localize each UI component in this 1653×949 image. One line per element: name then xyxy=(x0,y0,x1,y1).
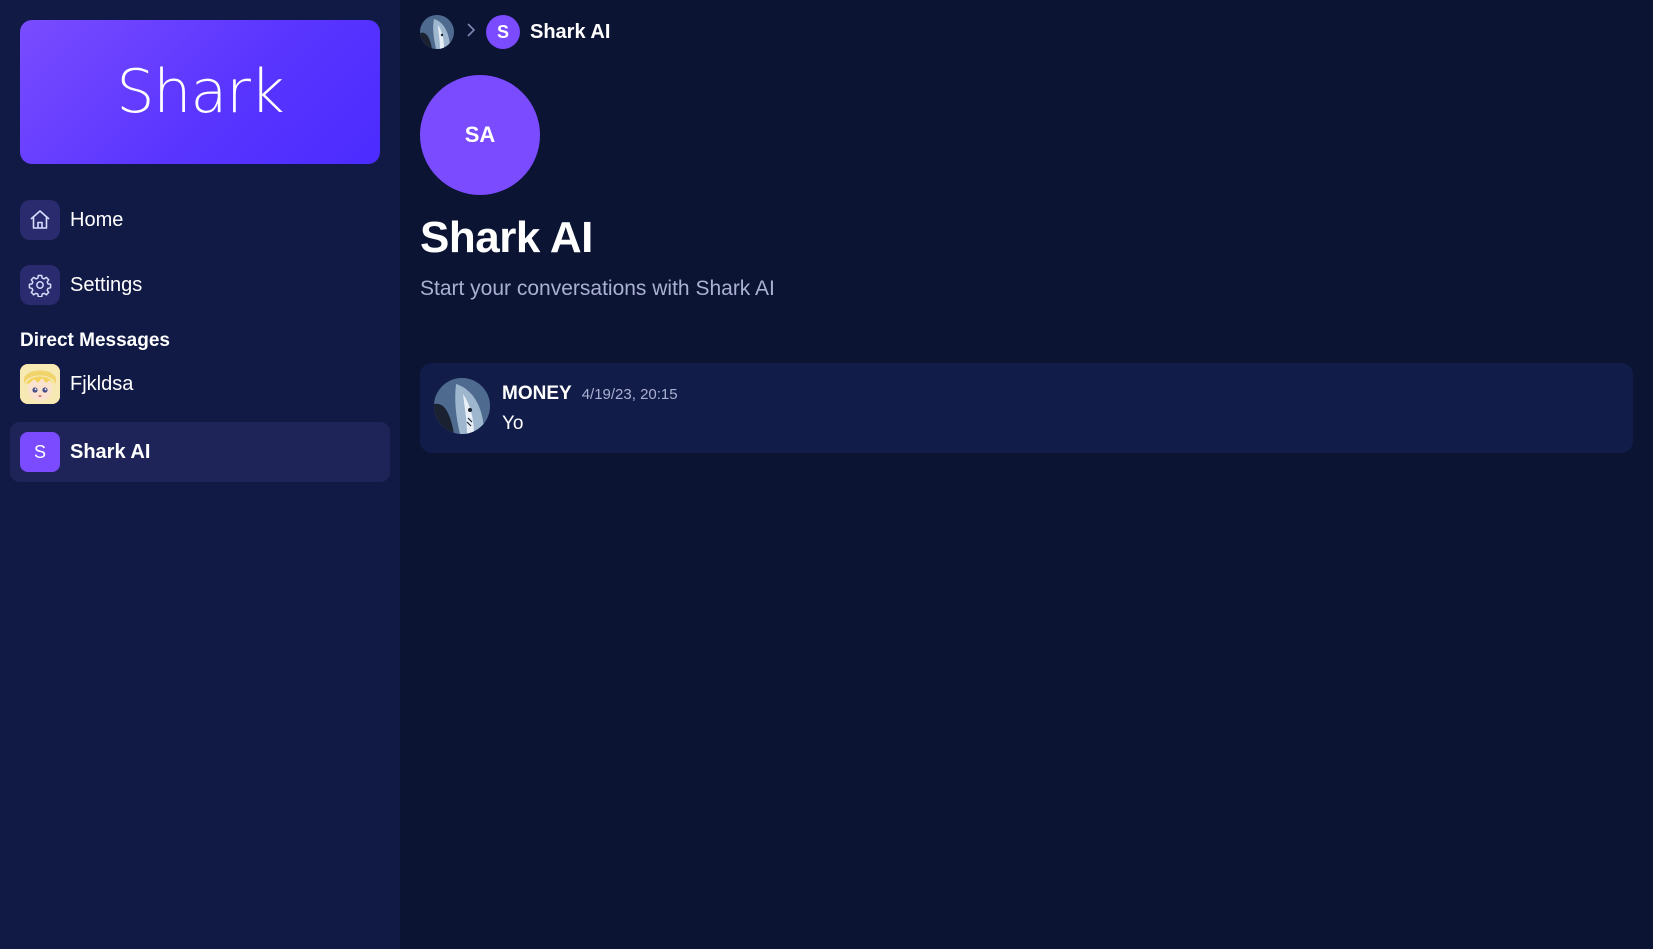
dm-list: Fjkldsa S Shark AI xyxy=(10,362,390,482)
direct-messages-heading: Direct Messages xyxy=(20,330,170,351)
anime-avatar xyxy=(20,364,60,404)
dm-item-label: Fjkldsa xyxy=(70,372,134,395)
chevron-right-icon xyxy=(466,22,476,42)
message-author-avatar[interactable] xyxy=(434,378,490,434)
page-subtitle: Start your conversations with Shark AI xyxy=(420,277,775,300)
sidebar-item-label: Home xyxy=(70,208,124,231)
home-icon xyxy=(20,200,60,240)
message-text: Yo xyxy=(502,413,524,434)
sidebar-item-home[interactable]: Home xyxy=(10,200,390,240)
brand-logo-text: Shark xyxy=(116,57,284,127)
avatar: S xyxy=(486,15,520,49)
sidebar-item-label: Settings xyxy=(70,273,143,296)
message-timestamp: 4/19/23, 20:15 xyxy=(581,386,678,403)
message-item[interactable]: MONEY 4/19/23, 20:15 Yo xyxy=(420,363,1633,453)
breadcrumb: S Shark AI xyxy=(420,14,1633,50)
main-content: S Shark AI SA Shark AI Start your conver… xyxy=(400,0,1653,949)
app-window: Shark Home Settings Direct Messages Fjkl… xyxy=(0,0,1653,949)
user-avatar[interactable] xyxy=(420,15,454,49)
message-header: MONEY 4/19/23, 20:15 xyxy=(502,383,678,405)
breadcrumb-current: Shark AI xyxy=(530,20,611,43)
gear-icon xyxy=(20,265,60,305)
avatar: S xyxy=(20,432,60,472)
dm-item-shark-ai[interactable]: S Shark AI xyxy=(10,422,390,482)
page-title: Shark AI xyxy=(420,213,593,262)
sidebar: Shark Home Settings Direct Messages Fjkl… xyxy=(0,0,400,949)
dm-item-label: Shark AI xyxy=(70,440,151,463)
message-body: MONEY 4/19/23, 20:15 Yo xyxy=(502,378,678,435)
brand-banner[interactable]: Shark xyxy=(20,20,380,164)
message-author[interactable]: MONEY xyxy=(502,383,572,405)
sidebar-nav: Home Settings xyxy=(10,200,390,305)
dm-item-fjkldsa[interactable]: Fjkldsa xyxy=(10,362,390,406)
sidebar-item-settings[interactable]: Settings xyxy=(10,265,390,305)
profile-avatar: SA xyxy=(420,75,540,195)
